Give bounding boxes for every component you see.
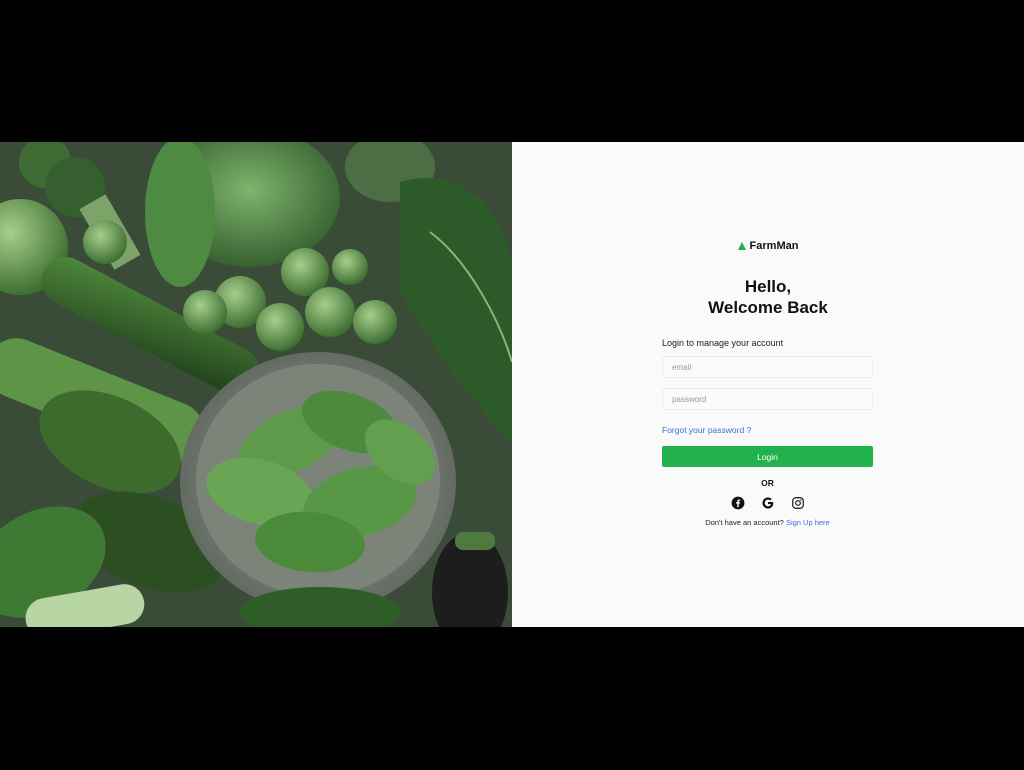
signup-text: Don't have an account? (705, 518, 784, 527)
signup-prompt: Don't have an account? Sign Up here (662, 518, 873, 527)
login-form: Login to manage your account Forgot your… (662, 338, 873, 527)
forgot-password-link[interactable]: Forgot your password ? (662, 425, 751, 435)
google-icon[interactable] (761, 496, 775, 510)
email-input[interactable] (662, 356, 873, 378)
form-subtitle: Login to manage your account (662, 338, 784, 348)
triangle-logo-icon (737, 242, 746, 250)
facebook-icon[interactable] (731, 496, 745, 510)
vegetables-hero-image (0, 142, 512, 627)
social-login-group (662, 496, 873, 510)
greeting: Hello, Welcome Back (512, 276, 1024, 318)
greeting-line-1: Hello, (744, 277, 792, 296)
brand: FarmMan (512, 240, 1024, 252)
brand-name: FarmMan (749, 240, 799, 252)
login-button[interactable]: Login (662, 446, 873, 467)
signup-link[interactable]: Sign Up here (786, 518, 830, 527)
login-screen: FarmMan Hello, Welcome Back Login to man… (0, 142, 1024, 627)
greeting-line-2: Welcome Back (708, 298, 828, 317)
instagram-icon[interactable] (791, 496, 805, 510)
password-input[interactable] (662, 388, 873, 410)
login-panel: FarmMan Hello, Welcome Back Login to man… (512, 142, 1024, 627)
or-divider: OR (761, 478, 774, 488)
